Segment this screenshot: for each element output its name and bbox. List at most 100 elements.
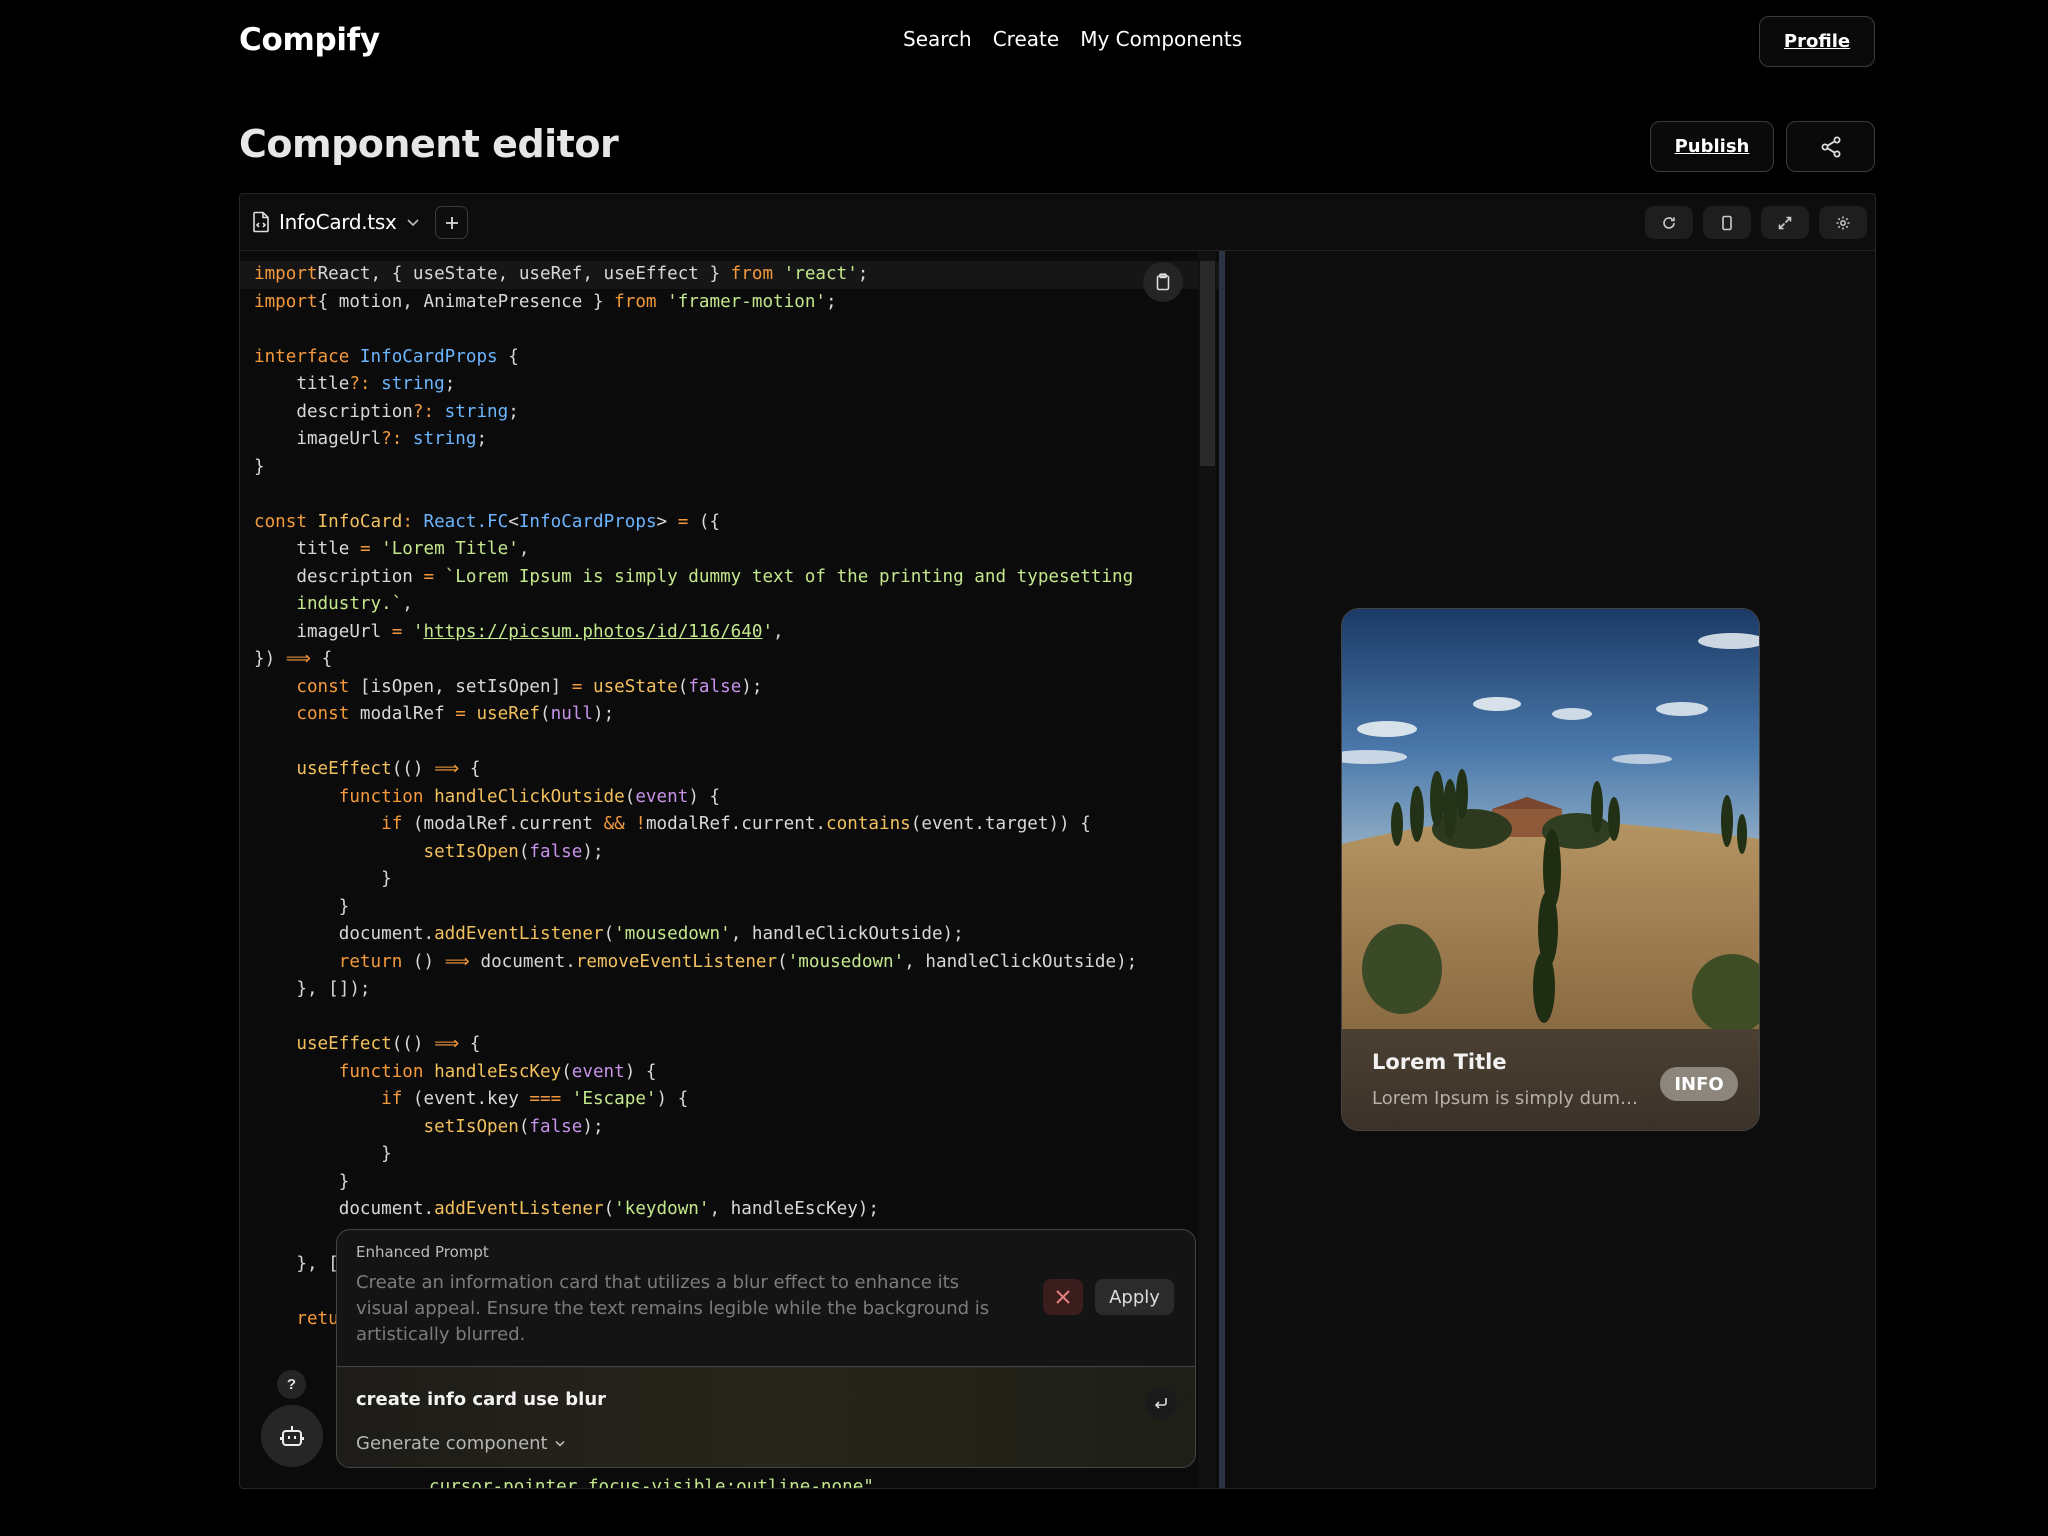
code-token: === [529,1089,562,1109]
code-token: ⟹ [434,759,460,779]
expand-icon [1778,216,1792,229]
code-token: string [434,401,509,422]
code-token: event [571,1061,625,1082]
code-token: https://picsum.photos/id/116/640 [423,621,763,642]
enter-icon [1154,1398,1167,1409]
prompt-input[interactable] [356,1385,1116,1413]
code-token: = [571,676,583,697]
code-token: ' [762,621,774,642]
code-token: event [635,786,689,807]
mode-dropdown[interactable]: Generate component [356,1433,566,1454]
code-token: (event.target)) { [910,814,1091,834]
card-footer: Lorem Title Lorem Ipsum is simply dummy … [1342,1029,1759,1130]
code-token: } [254,1171,350,1192]
code-token: ( [677,676,689,697]
code-token: , handleClickOutside); [904,951,1138,972]
share-button[interactable] [1786,121,1875,172]
code-token: } [254,869,392,889]
code-line: description?: string; [254,399,1225,427]
plus-icon [445,216,458,229]
code-line: const [isOpen, setIsOpen] = useState(fal… [254,674,1225,702]
nav-link-create[interactable]: Create [993,27,1059,51]
code-token: ; [476,429,488,449]
code-token: () [402,951,445,972]
code-token: InfoCard [306,511,403,532]
code-token: (event.key [402,1089,530,1109]
code-content[interactable]: import React, { useState, useRef, useEffe… [240,261,1225,1334]
nav-links: Search Create My Components [903,27,1242,51]
code-token: React, { useState, useRef, useEffect } [317,264,731,284]
code-token: string [402,429,477,449]
code-token: function [254,786,424,807]
code-token: description [254,566,424,587]
enhanced-prompt-text: Create an information card that utilizes… [356,1272,990,1345]
app-logo[interactable]: Compify [239,22,380,58]
code-token: const [254,511,307,532]
copy-code-button[interactable] [1143,262,1183,302]
file-tab[interactable]: InfoCard.tsx [252,206,420,238]
code-token: = [359,539,371,559]
code-token: ( [518,1116,530,1137]
code-token: , [518,539,530,559]
refresh-button[interactable] [1645,206,1693,239]
code-token: title [254,539,360,559]
code-token: ⟹ [434,1034,460,1054]
add-file-button[interactable] [435,206,468,239]
code-token: ; [857,264,869,284]
code-token: ⟹ [444,951,470,972]
mobile-view-button[interactable] [1703,206,1751,239]
publish-button[interactable]: Publish [1650,121,1774,172]
robot-icon [280,1426,304,1446]
code-token: ); [593,704,615,724]
code-token: } [254,1144,392,1164]
code-line: document.addEventListener('mousedown', h… [254,921,1225,949]
code-token: const [254,676,350,697]
code-token: imageUrl [254,429,382,449]
code-token: setIsOpen [254,841,519,862]
expand-button[interactable] [1761,206,1809,239]
code-line: interface InfoCardProps { [254,344,1225,372]
code-line: imageUrl?: string; [254,426,1225,454]
help-button[interactable]: ? [277,1370,306,1399]
nav-link-search[interactable]: Search [903,27,972,51]
settings-button[interactable] [1819,206,1867,239]
code-scrollbar[interactable] [1200,261,1215,466]
code-token: ; [444,374,456,394]
code-token: import [254,291,318,312]
code-line: } [254,894,1225,922]
dismiss-button[interactable] [1043,1279,1083,1315]
code-token: ( [624,786,636,807]
code-token: = [677,511,689,532]
code-token: ⟹ [285,649,312,669]
code-token: ( [540,704,551,724]
submit-prompt-button[interactable] [1145,1387,1177,1419]
code-token: setIsOpen [254,1116,519,1137]
file-name: InfoCard.tsx [279,210,397,234]
code-token: 'framer-motion' [656,291,827,312]
editor-toolbar: InfoCard.tsx [240,194,1875,251]
prompt-box: Generate component [336,1366,1196,1468]
code-token: , handleClickOutside); [730,924,964,944]
code-token: (modalRef.current [402,814,604,834]
code-token: false [688,676,742,697]
chevron-down-icon [555,1440,565,1447]
code-token: ! [624,814,646,834]
info-card[interactable]: Lorem Title Lorem Ipsum is simply dummy … [1341,608,1760,1131]
code-token: imageUrl [254,621,392,642]
assistant-button[interactable] [261,1405,323,1467]
code-token: useEffect [254,759,392,779]
profile-button[interactable]: Profile [1759,16,1875,67]
code-line: }) ⟹ { [254,646,1225,674]
code-token: ) { [656,1089,689,1109]
nav-link-my-components[interactable]: My Components [1080,27,1242,51]
code-line: description = `Lorem Ipsum is simply dum… [254,564,1225,592]
code-token: modalRef [349,704,456,724]
code-token: , handleEscKey); [709,1199,879,1219]
code-token: { [497,346,519,367]
apply-button[interactable]: Apply [1095,1279,1174,1315]
code-line: setIsOpen(false); [254,839,1225,867]
info-badge-button[interactable]: INFO [1660,1067,1738,1101]
code-token: : [402,511,413,532]
